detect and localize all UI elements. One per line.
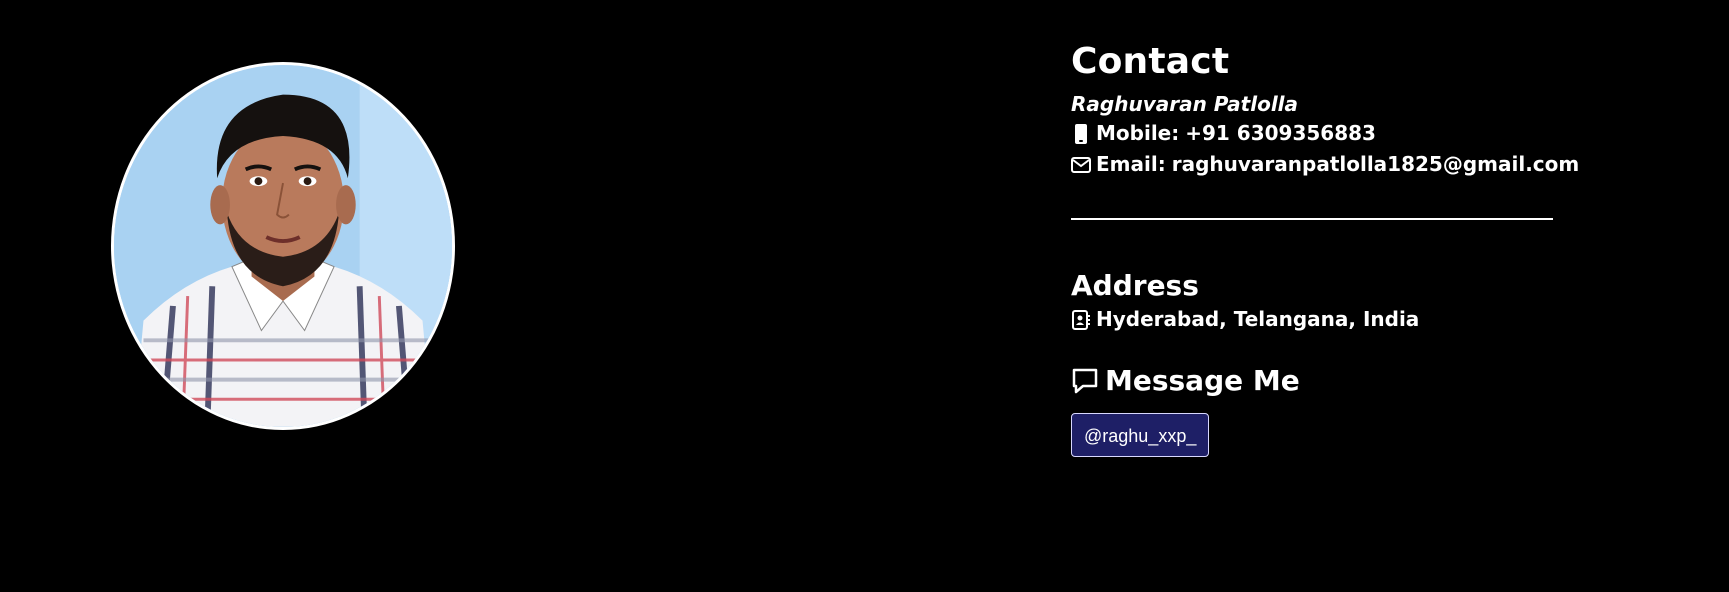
section-divider: [1071, 218, 1553, 220]
speech-bubble-icon: [1071, 367, 1099, 395]
address-value: Hyderabad, Telangana, India: [1096, 307, 1420, 331]
email-line: Email: raghuvaranpatlolla1825@gmail.com: [1071, 149, 1631, 180]
mobile-phone-icon: [1071, 123, 1091, 144]
contact-section: Contact Raghuvaran Patlolla Mobile: +91 …: [1071, 38, 1631, 457]
address-line: Hyderabad, Telangana, India: [1071, 304, 1631, 335]
instagram-handle-button[interactable]: @raghu_xxp_: [1071, 413, 1210, 457]
message-heading: Message Me: [1071, 363, 1631, 399]
envelope-icon: [1071, 155, 1091, 175]
contact-page: Contact Raghuvaran Patlolla Mobile: +91 …: [0, 0, 1729, 592]
email-value[interactable]: raghuvaranpatlolla1825@gmail.com: [1172, 149, 1580, 180]
email-label: Email:: [1096, 152, 1166, 176]
mobile-line: Mobile: +91 6309356883: [1071, 118, 1631, 149]
profile-photo-illustration: [114, 65, 452, 427]
profile-photo: [111, 62, 455, 430]
message-heading-label: Message Me: [1105, 364, 1300, 397]
address-book-icon: [1071, 309, 1091, 330]
address-heading: Address: [1071, 269, 1199, 302]
mobile-value[interactable]: +91 6309356883: [1185, 118, 1376, 149]
mobile-label: Mobile:: [1096, 121, 1180, 145]
contact-name: Raghuvaran Patlolla: [1071, 92, 1299, 116]
contact-heading: Contact: [1071, 41, 1230, 82]
